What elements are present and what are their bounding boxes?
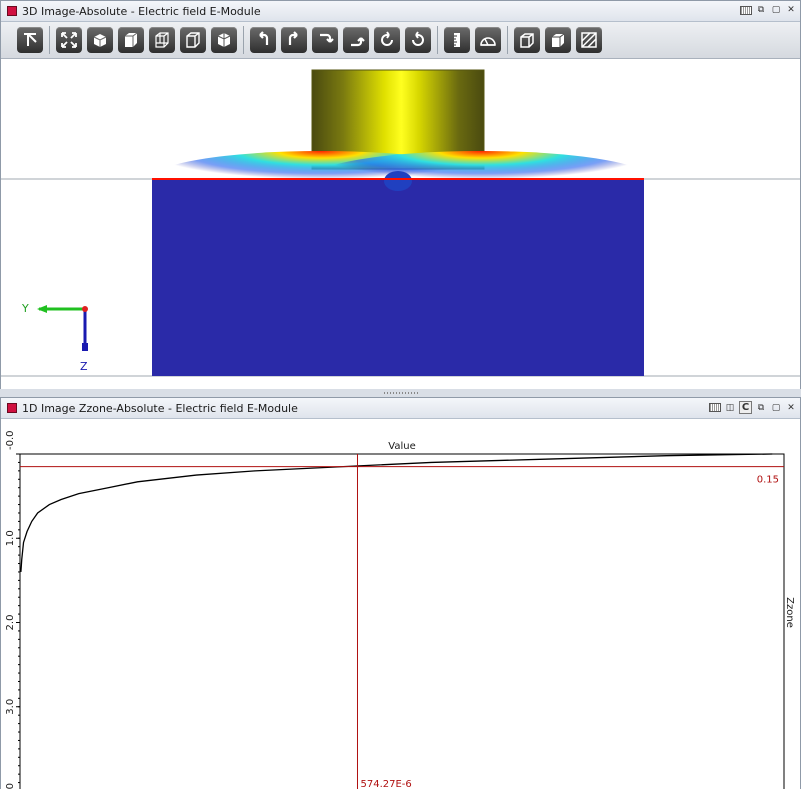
rotate-ccw-button[interactable] <box>374 27 400 53</box>
crosshair-x-label: 574.27E-6 <box>360 779 411 789</box>
y-tick-label: 3.0 <box>5 699 16 715</box>
zoom-fit-icon <box>61 32 77 48</box>
select-arrow-icon <box>24 33 37 46</box>
plot-frame <box>19 453 785 789</box>
axis-triad: Y Z <box>21 302 88 373</box>
axis-y-label: Y <box>21 302 29 315</box>
view-iso-button[interactable] <box>87 27 113 53</box>
restore-icon[interactable]: ⧉ <box>755 4 767 16</box>
rotate-up-icon <box>351 37 365 47</box>
window-title-1d: 1D Image Zzone-Absolute - Electric field… <box>22 401 298 415</box>
axis-z-label: Z <box>80 360 88 373</box>
close-icon[interactable]: ✕ <box>785 402 797 414</box>
box-solid-icon <box>552 33 565 47</box>
box-outline-button[interactable] <box>514 27 540 53</box>
grid-icon[interactable] <box>709 402 721 414</box>
view-iso-icon <box>93 34 107 47</box>
rotate-left-icon <box>259 31 269 45</box>
maximize-icon[interactable]: ▢ <box>770 402 782 414</box>
title-bar-3d[interactable]: 3D Image-Absolute - Electric field E-Mod… <box>1 1 800 22</box>
y-tick-label: 2.0 <box>5 615 16 631</box>
restore-icon[interactable]: ⧉ <box>755 402 767 414</box>
y-tick-label: -0.0 <box>5 430 16 450</box>
view-top-button[interactable] <box>211 27 237 53</box>
y-tick-label: 4.0 <box>5 783 16 789</box>
rotate-ccw-icon <box>381 31 393 46</box>
app-icon <box>7 6 17 16</box>
view-front-button[interactable] <box>118 27 144 53</box>
hatch-button[interactable] <box>576 27 602 53</box>
toolbar-separator <box>49 26 50 54</box>
rotate-right-icon <box>288 31 298 45</box>
splitter[interactable] <box>0 389 801 397</box>
box-solid-button[interactable] <box>545 27 571 53</box>
field-center-gap <box>384 171 412 191</box>
window-title-3d: 3D Image-Absolute - Electric field E-Mod… <box>22 4 261 18</box>
grid-icon[interactable] <box>740 4 752 16</box>
window-1d: 1D Image Zzone-Absolute - Electric field… <box>0 397 801 789</box>
rotate-down-icon <box>320 33 334 43</box>
chart-title: Value <box>388 441 415 452</box>
rotate-up-button[interactable] <box>343 27 369 53</box>
maximize-icon[interactable]: ▢ <box>770 4 782 16</box>
database-icon[interactable]: ◫ <box>724 402 736 414</box>
view-wire-button[interactable] <box>149 27 175 53</box>
toolbar-separator <box>437 26 438 54</box>
ruler-icon <box>454 33 460 47</box>
rotate-down-button[interactable] <box>312 27 338 53</box>
rotate-left-button[interactable] <box>250 27 276 53</box>
view-3d[interactable]: Y Z <box>1 59 800 390</box>
rotate-right-button[interactable] <box>281 27 307 53</box>
ruler-button[interactable] <box>444 27 470 53</box>
toolbar-separator <box>243 26 244 54</box>
close-icon[interactable]: ✕ <box>785 4 797 16</box>
line-chart[interactable]: ValueZzone0.00000.00050.00100.0013-0.01.… <box>1 419 800 789</box>
rotate-cw-button[interactable] <box>405 27 431 53</box>
view-front-icon <box>125 32 138 47</box>
y-axis-label: Zzone <box>784 597 795 628</box>
substrate-field <box>152 179 644 376</box>
view-top-icon <box>217 33 231 47</box>
protractor-icon <box>480 37 496 46</box>
view-side-button[interactable] <box>180 27 206 53</box>
zoom-fit-button[interactable] <box>56 27 82 53</box>
rotate-cw-icon <box>412 31 424 46</box>
toolbar-3d <box>1 22 800 59</box>
field-surface-edge <box>152 178 644 180</box>
view-side-icon <box>186 32 200 48</box>
hatch-icon <box>581 32 597 48</box>
app-icon <box>7 403 17 413</box>
view-wire-icon <box>155 32 169 48</box>
select-arrow-button[interactable] <box>17 27 43 53</box>
toolbar-separator <box>507 26 508 54</box>
scene-3d: Y Z <box>1 69 800 377</box>
box-outline-icon <box>520 33 534 48</box>
title-bar-1d[interactable]: 1D Image Zzone-Absolute - Electric field… <box>1 398 800 419</box>
plot-area[interactable]: ValueZzone0.00000.00050.00100.0013-0.01.… <box>1 419 800 789</box>
protractor-button[interactable] <box>475 27 501 53</box>
c-toggle-button[interactable]: C <box>739 401 752 414</box>
window-3d: 3D Image-Absolute - Electric field E-Mod… <box>0 0 801 390</box>
crosshair-y-label: 0.15 <box>757 475 779 486</box>
y-tick-label: 1.0 <box>5 530 16 546</box>
